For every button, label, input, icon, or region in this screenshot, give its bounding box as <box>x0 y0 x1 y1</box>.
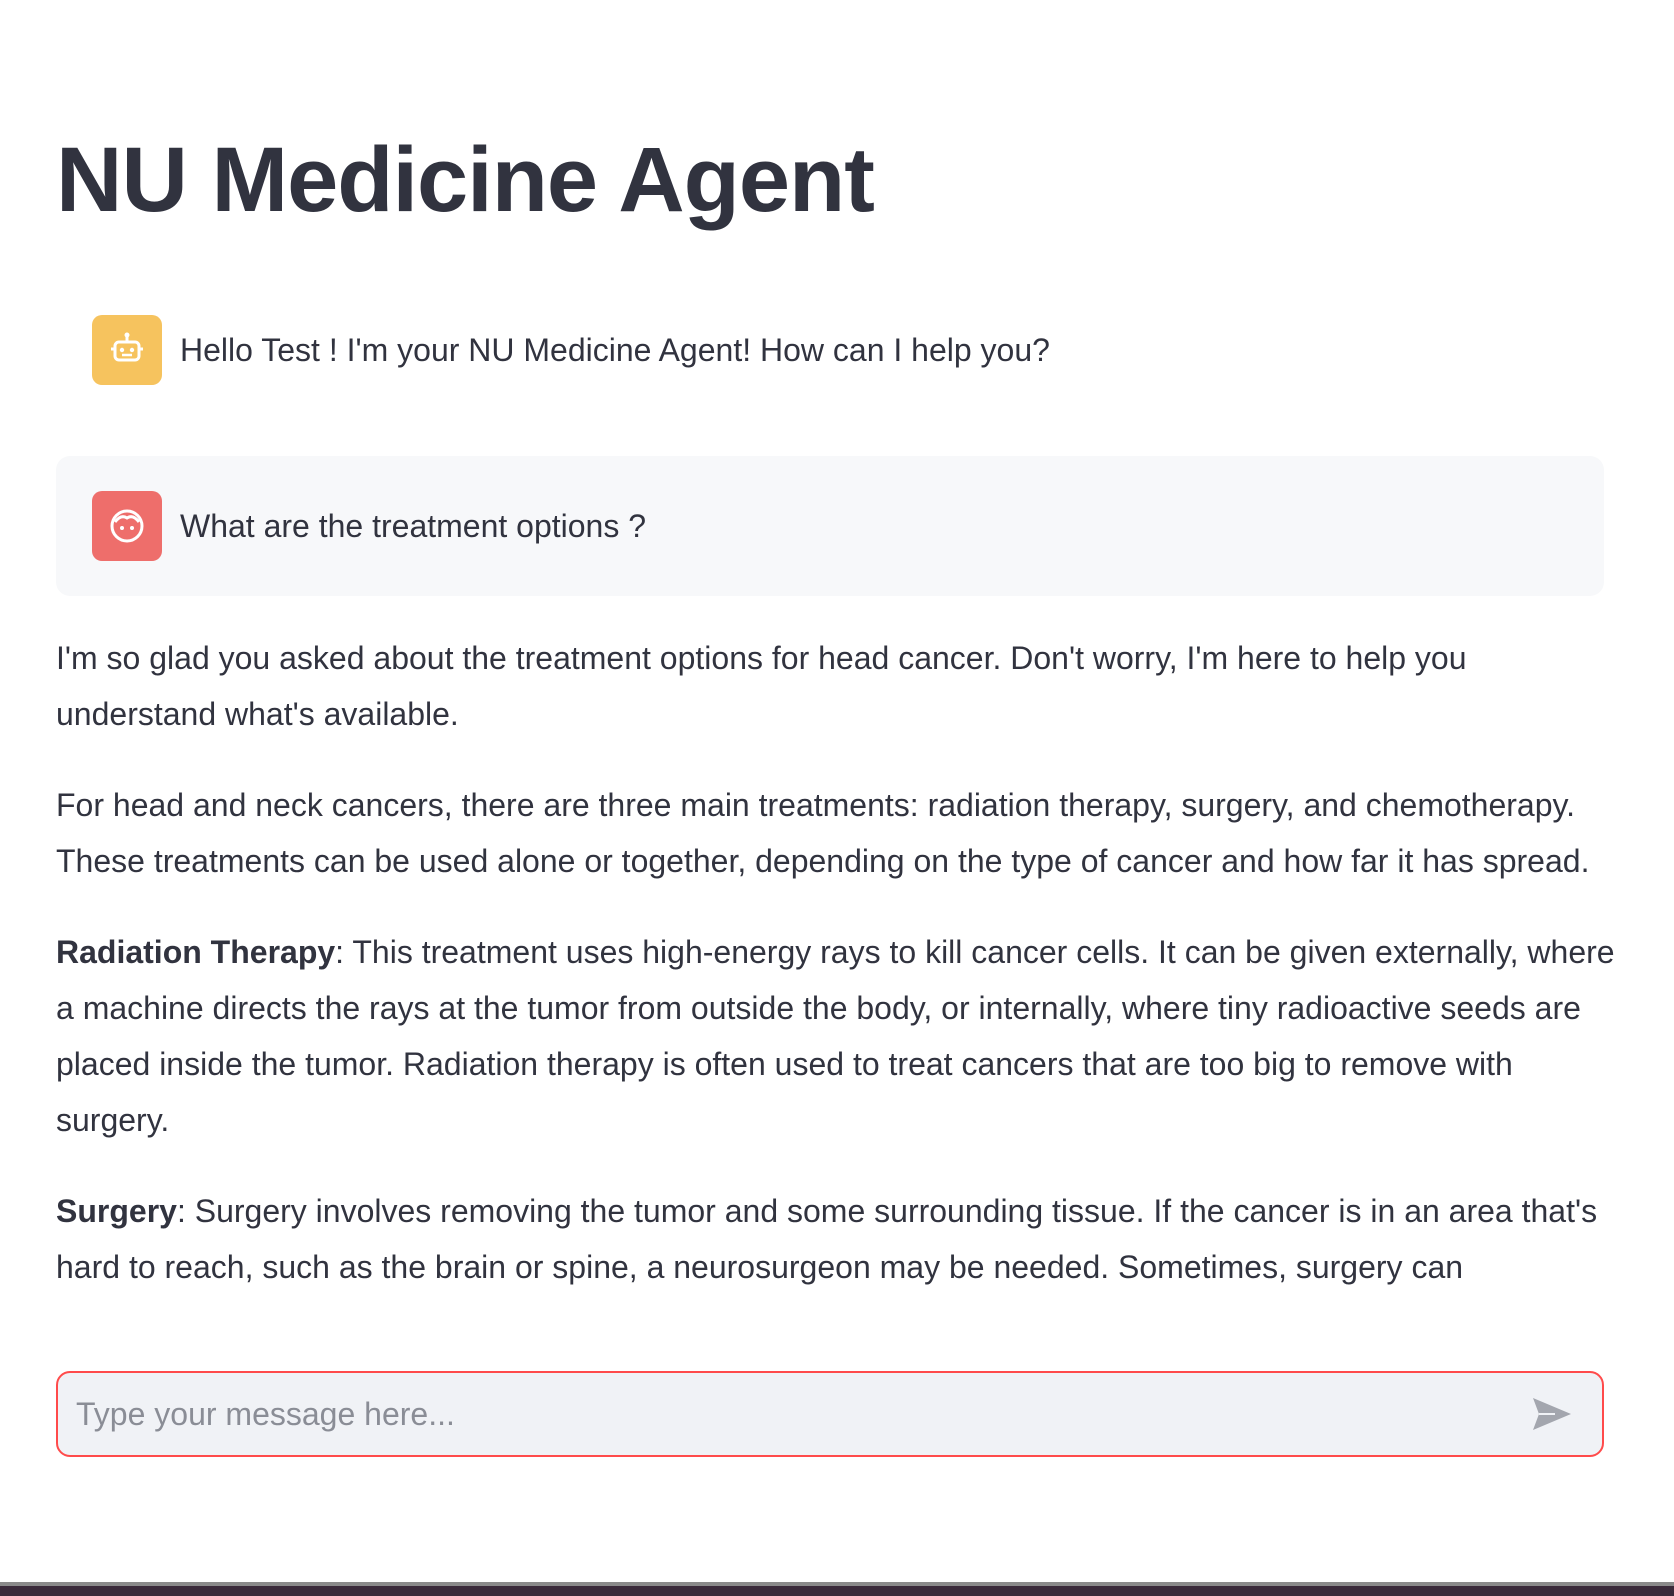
send-button[interactable] <box>1520 1382 1584 1446</box>
send-icon <box>1533 1398 1571 1430</box>
user-message: What are the treatment options ? <box>56 456 1604 596</box>
assistant-response[interactable]: I'm so glad you asked about the treatmen… <box>56 630 1616 1335</box>
surgery-label: Surgery <box>56 1193 177 1229</box>
chat-input[interactable] <box>58 1372 1520 1456</box>
face-icon <box>92 491 162 561</box>
scrollbar-strip <box>0 1582 1674 1586</box>
surgery-text: : Surgery involves removing the tumor an… <box>56 1193 1598 1285</box>
user-message-text: What are the treatment options ? <box>180 507 647 544</box>
robot-icon <box>92 315 162 385</box>
response-paragraph: I'm so glad you asked about the treatmen… <box>56 640 1467 732</box>
response-paragraph: For head and neck cancers, there are thr… <box>56 787 1590 879</box>
radiation-therapy-label: Radiation Therapy <box>56 934 336 970</box>
page-title: NU Medicine Agent <box>56 129 875 231</box>
assistant-message: Hello Test ! I'm your NU Medicine Agent!… <box>56 305 1604 395</box>
response-paragraph: Surgery: Surgery involves removing the t… <box>56 1183 1616 1295</box>
response-paragraph: Radiation Therapy: This treatment uses h… <box>56 924 1616 1148</box>
chat-input-container <box>56 1371 1604 1457</box>
window-bottom-bar <box>0 1582 1674 1596</box>
assistant-message-text: Hello Test ! I'm your NU Medicine Agent!… <box>180 331 1050 368</box>
app-page: NU Medicine Agent Hello Test ! I'm your … <box>0 0 1674 1596</box>
